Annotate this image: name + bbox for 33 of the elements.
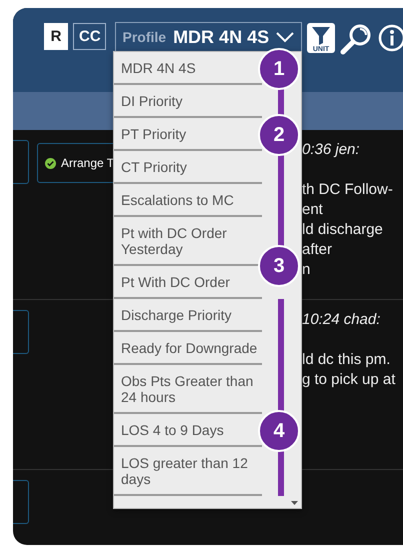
dropdown-option[interactable]: DI Priority — [114, 85, 262, 118]
search-icon[interactable] — [340, 23, 372, 55]
dropdown-option[interactable]: CT Priority — [114, 151, 262, 184]
scroll-down-icon[interactable] — [291, 501, 298, 505]
step-badge: 3 — [258, 245, 300, 287]
dropdown-option[interactable]: LOS greater than 12 days — [114, 447, 262, 496]
note-text: ent — [302, 200, 324, 220]
step-badge: 2 — [258, 114, 300, 156]
note-text: th DC Follow- — [302, 180, 393, 200]
dropdown-option[interactable]: Discharge Priority — [114, 299, 262, 332]
info-icon[interactable] — [377, 23, 403, 53]
row-tab[interactable] — [13, 310, 29, 354]
dropdown-option[interactable]: Obs Pts Greater than 24 hours — [114, 365, 262, 414]
header-button[interactable]: R — [44, 23, 68, 50]
note-text: after — [302, 240, 334, 260]
dropdown-option[interactable]: Escalations to MC — [114, 184, 262, 217]
row-tab[interactable] — [13, 140, 29, 184]
row-tab[interactable] — [13, 480, 29, 524]
profile-label: Profile — [122, 29, 166, 45]
note-text: g to pick up at — [302, 370, 396, 390]
note-author: 10:24 chad: — [302, 310, 382, 330]
dropdown-option[interactable]: Ready for Downgrade — [114, 332, 262, 365]
note-author: 0:36 jen: — [302, 140, 361, 160]
chevron-down-icon — [276, 32, 294, 42]
note-text: ld discharge — [302, 220, 384, 240]
step-badge: 1 — [258, 48, 300, 90]
step-badge: 4 — [258, 410, 300, 452]
check-circle-icon — [45, 158, 56, 168]
header-button[interactable]: CC — [73, 23, 106, 50]
note-text: ld dc this pm. — [302, 350, 392, 370]
profile-select[interactable]: Profile MDR 4N 4S — [115, 22, 302, 52]
profile-value: MDR 4N 4S — [173, 26, 270, 48]
note-text: n — [302, 260, 312, 280]
